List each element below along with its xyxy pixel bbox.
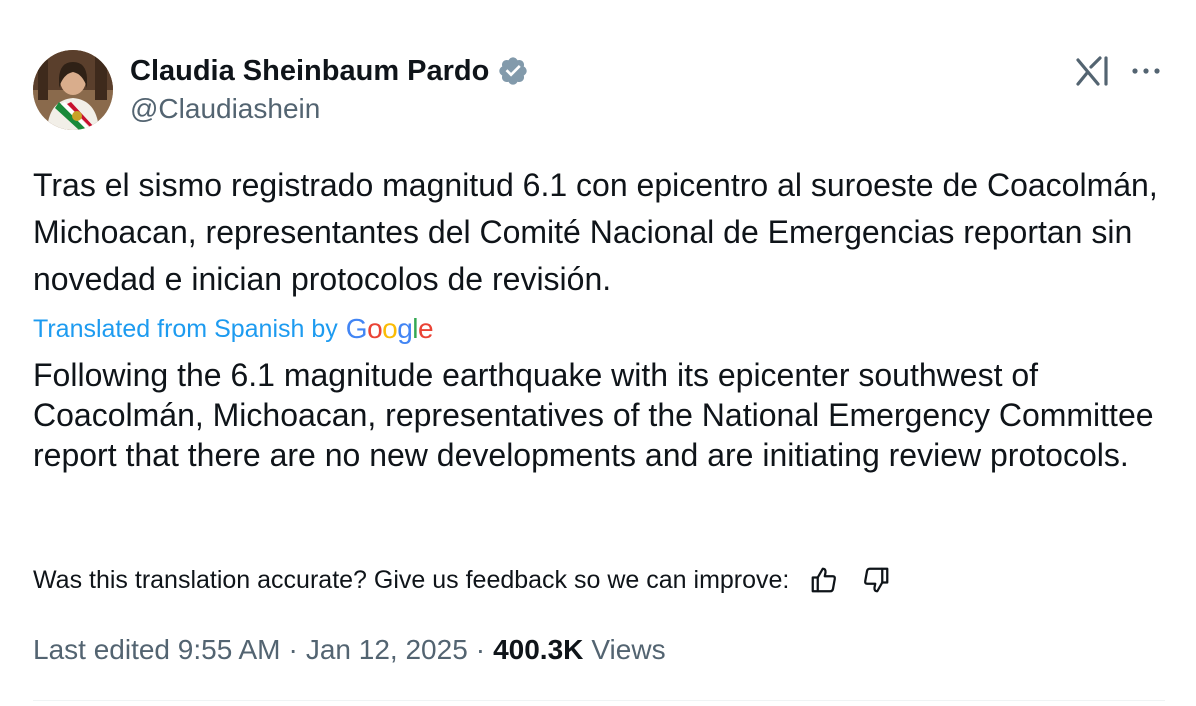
- google-logo: Google: [345, 313, 434, 345]
- google-logo-letter: G: [345, 313, 368, 344]
- views-label: Views: [591, 634, 666, 665]
- tweet-translation-text: Following the 6.1 magnitude earthquake w…: [33, 357, 1154, 473]
- avatar-image: [33, 50, 113, 130]
- grok-icon[interactable]: [1074, 54, 1112, 88]
- thumbs-down-icon[interactable]: [859, 563, 893, 597]
- more-options-icon[interactable]: [1128, 58, 1164, 84]
- author-name-row: Claudia Sheinbaum Pardo: [130, 52, 529, 90]
- tweet-original-text: Tras el sismo registrado magnitud 6.1 co…: [33, 167, 1158, 297]
- verified-badge-icon[interactable]: [497, 55, 529, 87]
- divider: [33, 700, 1165, 701]
- avatar[interactable]: [33, 50, 113, 130]
- author-handle[interactable]: @Claudiashein: [130, 93, 320, 125]
- views-count: 400.3K: [493, 634, 584, 665]
- google-logo-letter: o: [382, 313, 398, 344]
- translated-by-row[interactable]: Translated from Spanish by Google: [33, 312, 434, 346]
- tweet-card: Claudia Sheinbaum Pardo @Claudiashein Tr…: [0, 0, 1196, 706]
- google-logo-letter: g: [397, 313, 413, 344]
- translation-feedback-row: Was this translation accurate? Give us f…: [33, 562, 893, 598]
- thumbs-up-icon[interactable]: [807, 563, 841, 597]
- tweet-date[interactable]: Jan 12, 2025: [306, 634, 468, 666]
- last-edited-label[interactable]: Last edited 9:55 AM: [33, 634, 281, 666]
- feedback-prompt: Was this translation accurate? Give us f…: [33, 565, 790, 594]
- meta-separator: ·: [288, 634, 298, 665]
- google-logo-letter: o: [367, 313, 383, 344]
- tweet-meta-row: Last edited 9:55 AM · Jan 12, 2025 · 400…: [33, 630, 666, 670]
- google-logo-letter: e: [418, 313, 434, 344]
- meta-separator: ·: [475, 634, 486, 665]
- author-display-name[interactable]: Claudia Sheinbaum Pardo: [130, 55, 489, 88]
- translated-label: Translated from Spanish by: [33, 314, 338, 343]
